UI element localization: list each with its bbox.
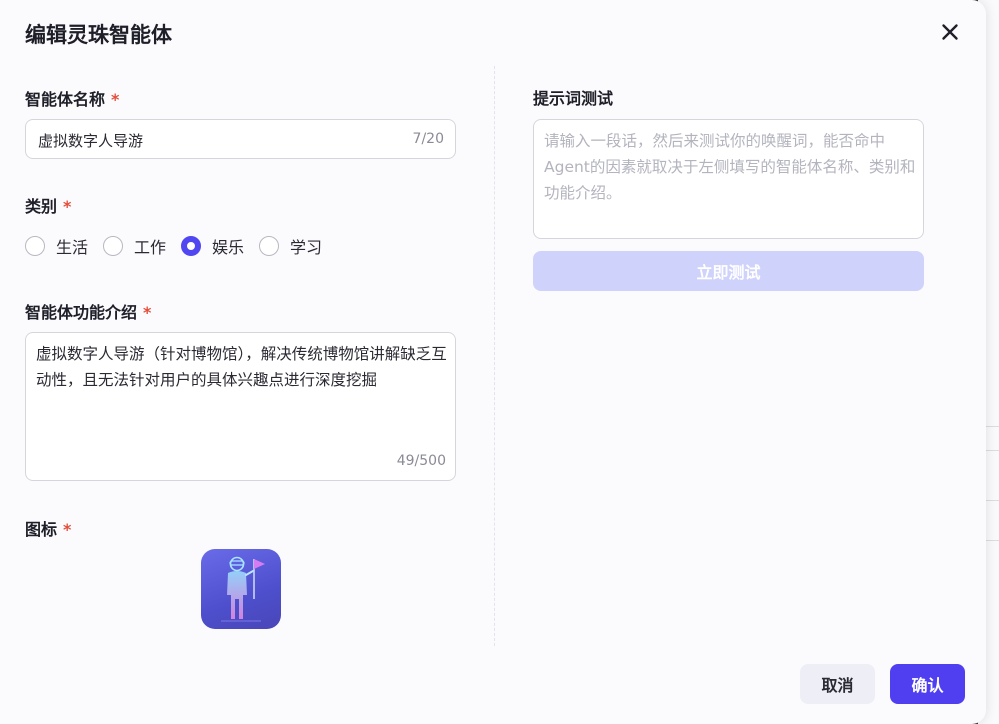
category-label: 类别 * xyxy=(25,193,71,217)
description-value: 虚拟数字人导游（针对博物馆），解决传统博物馆讲解缺乏互动性，且无法针对用户的具体… xyxy=(36,345,447,389)
radio-circle xyxy=(259,236,280,256)
required-mark: * xyxy=(63,520,72,539)
close-icon xyxy=(942,24,958,40)
icon-label-text: 图标 xyxy=(25,520,58,539)
radio-label: 生活 xyxy=(56,238,89,257)
required-mark: * xyxy=(111,90,120,109)
column-divider xyxy=(494,66,495,646)
radio-circle xyxy=(103,236,124,256)
dialog-title: 编辑灵珠智能体 xyxy=(25,23,172,47)
category-radio-group: 生活 工作 娱乐 学习 xyxy=(25,234,337,258)
description-char-count: 49/500 xyxy=(396,453,446,469)
agent-avatar-picker[interactable] xyxy=(201,549,281,629)
radio-option-study[interactable]: 学习 xyxy=(259,234,322,258)
radio-option-life[interactable]: 生活 xyxy=(25,234,88,258)
required-mark: * xyxy=(63,197,72,216)
edit-agent-dialog: 编辑灵珠智能体 智能体名称 * 虚拟数字人导游 7/20 类别 * 生活 工作 娱乐… xyxy=(0,0,986,724)
description-label: 智能体功能介绍 * xyxy=(25,299,151,323)
cancel-button[interactable]: 取消 xyxy=(800,664,875,704)
radio-circle xyxy=(25,236,45,256)
radio-circle-selected xyxy=(181,236,202,256)
name-input-value: 虚拟数字人导游 xyxy=(38,132,144,150)
prompt-test-label: 提示词测试 xyxy=(533,89,614,108)
name-label: 智能体名称 * xyxy=(25,86,119,110)
category-label-text: 类别 xyxy=(25,197,58,216)
radio-label: 学习 xyxy=(290,238,323,257)
radio-label: 工作 xyxy=(134,238,167,257)
radio-option-work[interactable]: 工作 xyxy=(103,234,166,258)
description-label-text: 智能体功能介绍 xyxy=(25,303,138,322)
icon-label: 图标 * xyxy=(25,516,71,540)
name-input[interactable]: 虚拟数字人导游 7/20 xyxy=(25,119,456,159)
required-mark: * xyxy=(143,303,152,322)
name-char-count: 7/20 xyxy=(412,131,444,147)
prompt-test-box xyxy=(533,119,924,239)
prompt-test-input[interactable] xyxy=(544,128,916,228)
tour-guide-avatar-icon xyxy=(221,556,265,622)
radio-label: 娱乐 xyxy=(212,238,245,257)
confirm-button[interactable]: 确认 xyxy=(890,664,965,704)
name-label-text: 智能体名称 xyxy=(25,90,106,109)
close-button[interactable] xyxy=(938,20,962,44)
description-textarea[interactable]: 虚拟数字人导游（针对博物馆），解决传统博物馆讲解缺乏互动性，且无法针对用户的具体… xyxy=(25,332,456,481)
radio-option-entertainment[interactable]: 娱乐 xyxy=(181,234,244,258)
test-now-button[interactable]: 立即测试 xyxy=(533,251,924,291)
